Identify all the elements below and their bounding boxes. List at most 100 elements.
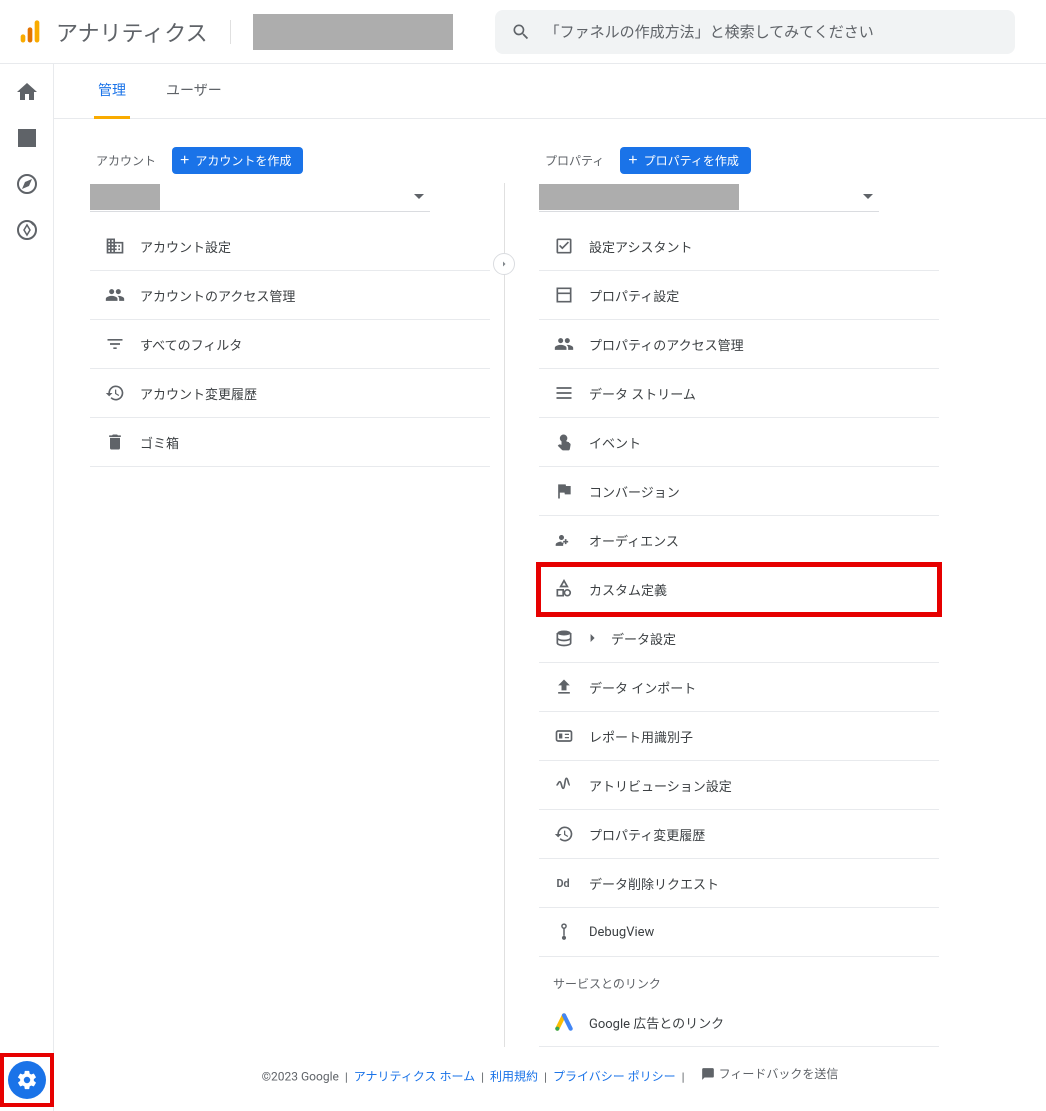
account-item-4[interactable]: ゴミ箱: [90, 418, 490, 467]
layout-icon: [553, 285, 575, 305]
menu-item-label: すべてのフィルタ: [140, 335, 242, 354]
nav-reports[interactable]: [15, 126, 39, 154]
menu-item-label: DebugView: [589, 925, 654, 940]
property-item-13[interactable]: データ削除リクエスト: [539, 859, 939, 908]
stream-icon: [553, 383, 575, 403]
property-item-6[interactable]: オーディエンス: [539, 516, 939, 565]
menu-item-label: プロパティ変更履歴: [589, 825, 705, 844]
search-box[interactable]: 「ファネルの作成方法」と検索してみてください: [495, 10, 1015, 54]
menu-item-label: レポート用識別子: [589, 727, 693, 746]
chevron-down-icon: [863, 187, 873, 206]
menu-item-label: アカウントのアクセス管理: [140, 286, 295, 305]
column-divider: [504, 183, 505, 1047]
menu-item-label: ゴミ箱: [140, 433, 179, 452]
account-item-1[interactable]: アカウントのアクセス管理: [90, 271, 490, 320]
search-placeholder: 「ファネルの作成方法」と検索してみてください: [545, 21, 874, 42]
account-dropdown[interactable]: [90, 182, 430, 212]
divider: [230, 20, 231, 44]
filter-icon: [104, 334, 126, 354]
attribution-icon: [553, 775, 575, 795]
tab-user[interactable]: ユーザー: [162, 64, 226, 118]
property-label: プロパティ: [545, 152, 604, 169]
audience-icon: [553, 530, 575, 550]
chevron-right-icon: [498, 258, 510, 270]
nav-home[interactable]: [15, 80, 39, 108]
left-nav-rail: [0, 64, 54, 1111]
plus-icon: +: [180, 153, 189, 169]
menu-item-label: データ ストリーム: [589, 384, 696, 403]
analytics-logo-icon: [16, 18, 44, 46]
menu-item-label: コンバージョン: [589, 482, 680, 501]
property-column: プロパティ + プロパティを作成 設定アシスタントプロパティ設定プロパティのアク…: [539, 147, 939, 1047]
account-item-3[interactable]: アカウント変更履歴: [90, 369, 490, 418]
trash-icon: [104, 432, 126, 452]
property-item-14[interactable]: DebugView: [539, 908, 939, 957]
people-icon: [553, 334, 575, 354]
property-item-7[interactable]: カスタム定義: [539, 565, 939, 614]
footer-feedback[interactable]: フィードバックを送信: [701, 1065, 839, 1082]
nav-advertising[interactable]: [15, 218, 39, 246]
footer: ©2023 Google | アナリティクス ホーム | 利用規約 | プライバ…: [54, 1047, 1046, 1091]
menu-item-label: アトリビューション設定: [589, 776, 732, 795]
links-section-title: サービスとのリンク: [539, 957, 939, 998]
account-column: アカウント + アカウントを作成 アカウント設定アカウントのアクセス管理すべての…: [90, 147, 490, 1047]
people-icon: [104, 285, 126, 305]
bar-chart-icon: [15, 126, 39, 150]
menu-item-label: アカウント変更履歴: [140, 384, 257, 403]
expand-caret-icon: [589, 631, 597, 646]
target-icon: [15, 218, 39, 242]
tab-admin[interactable]: 管理: [94, 64, 130, 119]
checkbox-icon: [553, 236, 575, 256]
search-icon: [511, 22, 531, 42]
create-account-button[interactable]: + アカウントを作成: [172, 147, 303, 174]
nav-admin[interactable]: [8, 1061, 46, 1099]
home-icon: [15, 80, 39, 104]
property-dropdown[interactable]: [539, 182, 879, 212]
property-item-1[interactable]: プロパティ設定: [539, 271, 939, 320]
create-property-button[interactable]: + プロパティを作成: [620, 147, 751, 174]
footer-link-home[interactable]: アナリティクス ホーム: [354, 1070, 475, 1084]
account-selector[interactable]: [253, 14, 453, 50]
property-item-4[interactable]: イベント: [539, 418, 939, 467]
database-icon: [553, 628, 575, 648]
touch-icon: [553, 432, 575, 452]
menu-item-label: データ インポート: [589, 678, 696, 697]
menu-item-label: データ削除リクエスト: [589, 874, 719, 893]
account-item-2[interactable]: すべてのフィルタ: [90, 320, 490, 369]
comment-icon: [701, 1067, 715, 1081]
property-item-3[interactable]: データ ストリーム: [539, 369, 939, 418]
menu-item-label: オーディエンス: [589, 531, 679, 550]
menu-item-label: アカウント設定: [140, 237, 231, 256]
business-icon: [104, 236, 126, 256]
property-item-5[interactable]: コンバージョン: [539, 467, 939, 516]
product-title: アナリティクス: [56, 16, 208, 48]
history-icon: [553, 824, 575, 844]
menu-item-label: プロパティのアクセス管理: [589, 335, 744, 354]
menu-item-label: 設定アシスタント: [589, 237, 692, 256]
logo[interactable]: アナリティクス: [16, 16, 208, 48]
footer-link-terms[interactable]: 利用規約: [490, 1070, 538, 1084]
column-swap-button[interactable]: [493, 253, 515, 275]
chevron-down-icon: [414, 187, 424, 206]
link-google-ads[interactable]: Google 広告とのリンク: [539, 998, 939, 1047]
menu-item-label: カスタム定義: [589, 580, 667, 599]
account-item-0[interactable]: アカウント設定: [90, 222, 490, 271]
property-item-9[interactable]: データ インポート: [539, 663, 939, 712]
menu-item-label: イベント: [589, 433, 641, 452]
debug-icon: [553, 922, 575, 942]
account-label: アカウント: [96, 152, 156, 169]
property-item-0[interactable]: 設定アシスタント: [539, 222, 939, 271]
property-item-11[interactable]: アトリビューション設定: [539, 761, 939, 810]
property-item-8[interactable]: データ設定: [539, 614, 939, 663]
footer-link-privacy[interactable]: プライバシー ポリシー: [553, 1070, 676, 1084]
dd-icon: [553, 873, 575, 893]
gear-icon: [16, 1069, 38, 1091]
flag-icon: [553, 481, 575, 501]
nav-explore[interactable]: [15, 172, 39, 200]
property-item-10[interactable]: レポート用識別子: [539, 712, 939, 761]
history-icon: [104, 383, 126, 403]
property-item-12[interactable]: プロパティ変更履歴: [539, 810, 939, 859]
property-item-2[interactable]: プロパティのアクセス管理: [539, 320, 939, 369]
menu-item-label: データ設定: [611, 629, 676, 648]
menu-item-label: プロパティ設定: [589, 286, 679, 305]
